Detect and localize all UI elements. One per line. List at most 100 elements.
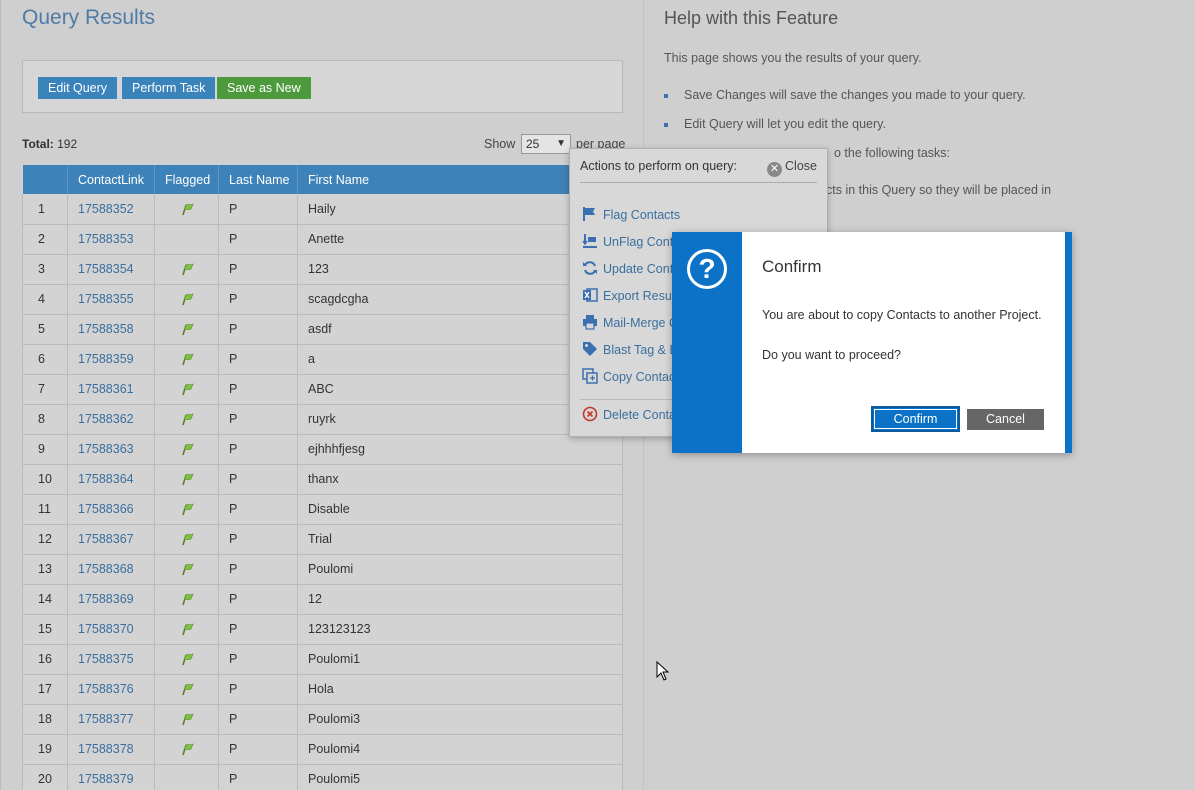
last-name-cell: P [218,254,298,285]
table-row: 12 17588367 P Trial [22,524,623,555]
blast-tag-action[interactable]: Blast Tag & E [582,341,678,357]
flagged-cell [154,374,219,405]
row-index: 7 [22,374,68,405]
dialog-title: Confirm [762,257,822,276]
row-index: 1 [22,194,68,225]
delete-contacts-action[interactable]: Delete Conta [582,406,676,422]
table-row: 18 17588377 P Poulomi3 [22,704,623,735]
contact-link[interactable]: 17588362 [67,404,155,435]
table-row: 10 17588364 Pthanx [22,464,623,495]
contact-link[interactable]: 17588355 [67,284,155,315]
flagged-cell [154,734,219,765]
contact-link[interactable]: 17588375 [67,644,155,675]
contact-link[interactable]: 17588352 [67,194,155,225]
flagged-cell [154,674,219,705]
last-name-cell: P [218,734,298,765]
total-label: Total: [22,137,54,151]
last-name-cell: P [218,674,298,705]
first-name-cell: Poulomi [297,554,623,585]
mail-merge-action[interactable]: Mail-Merge C [582,314,678,330]
close-button[interactable]: ✕ Close [767,159,817,177]
flagged-cell [154,344,219,375]
table-row: 3 17588354 P 123 [22,254,623,285]
contact-link[interactable]: 17588379 [67,764,155,790]
row-index: 4 [22,284,68,315]
table-row: 7 17588361 P ABC [22,374,623,405]
flagged-cell [154,404,219,435]
contact-link[interactable]: 17588363 [67,434,155,465]
col-flagged-header[interactable]: Flagged [154,165,219,194]
contact-link[interactable]: 17588359 [67,344,155,375]
dialog-message: You are about to copy Contacts to anothe… [762,308,1042,322]
total-count: Total: 192 [22,137,77,151]
row-index: 3 [22,254,68,285]
export-results-action[interactable]: Export Resul [582,287,675,303]
delete-icon [582,406,598,422]
unflag-contacts-action[interactable]: UnFlag Cont [582,233,673,249]
contact-link[interactable]: 17588376 [67,674,155,705]
edit-query-button[interactable]: Edit Query [38,77,118,99]
flagged-cell [154,524,219,555]
question-icon: ? [687,249,727,289]
last-name-cell: P [218,704,298,735]
confirm-button[interactable]: Confirm [871,406,960,432]
contact-link[interactable]: 17588366 [67,494,155,525]
first-name-cell: 12 [297,584,623,615]
page-title: Query Results [22,6,156,29]
flagged-icon [181,473,194,486]
contact-link[interactable]: 17588370 [67,614,155,645]
contact-link[interactable]: 17588364 [67,464,155,495]
copy-contacts-action[interactable]: Copy Contac [582,368,675,384]
row-index: 5 [22,314,68,345]
dialog-question: Do you want to proceed? [762,348,901,362]
flagged-cell [154,254,219,285]
row-index: 6 [22,344,68,375]
col-contactlink-header[interactable]: ContactLink [67,165,155,194]
contact-link[interactable]: 17588361 [67,374,155,405]
first-name-cell: thanx [297,464,623,495]
query-toolbar: Edit Query Perform Task Save as New [22,60,623,113]
contact-link[interactable]: 17588369 [67,584,155,615]
flagged-icon [181,263,194,276]
contact-link[interactable]: 17588354 [67,254,155,285]
table-row: 1 17588352 P Haily [22,194,623,225]
contact-link[interactable]: 17588368 [67,554,155,585]
table-row: 19 17588378 P Poulomi4 [22,734,623,765]
table-row: 8 17588362 Pruyrk [22,404,623,435]
chevron-down-icon: ▼ [556,138,566,149]
flagged-icon [181,383,194,396]
flagged-icon [181,443,194,456]
save-as-new-button[interactable]: Save as New [217,77,311,99]
last-name-cell: P [218,494,298,525]
col-lastname-header[interactable]: Last Name [218,165,298,194]
contact-link[interactable]: 17588367 [67,524,155,555]
table-row: 4 17588355 Pscagdcgha [22,284,623,315]
flag-icon [583,207,595,221]
contact-link[interactable]: 17588353 [67,224,155,255]
mouse-cursor-icon [656,661,670,681]
flagged-cell [154,224,219,255]
flag-contacts-action[interactable]: Flag Contacts [582,206,680,222]
first-name-cell: Poulomi3 [297,704,623,735]
flagged-cell [154,584,219,615]
per-page-select[interactable]: 25 ▼ [521,134,571,154]
cancel-button[interactable]: Cancel [967,409,1044,430]
flagged-icon [181,533,194,546]
contact-link[interactable]: 17588378 [67,734,155,765]
perform-task-button[interactable]: Perform Task [122,77,216,99]
actions-divider [580,182,817,183]
help-item: Save Changes will save the changes you m… [684,88,1026,102]
first-name-cell: Poulomi5 [297,764,623,790]
update-contacts-action[interactable]: Update Cont [582,260,673,276]
first-name-cell: Disable [297,494,623,525]
results-table: ContactLink Flagged Last Name First Name… [22,165,623,790]
contact-link[interactable]: 17588377 [67,704,155,735]
flagged-cell [154,614,219,645]
flagged-icon [181,293,194,306]
last-name-cell: P [218,344,298,375]
contact-link[interactable]: 17588358 [67,314,155,345]
last-name-cell: P [218,434,298,465]
confirm-dialog: ? Confirm You are about to copy Contacts… [672,232,1072,453]
flagged-icon [181,683,194,696]
flagged-cell [154,494,219,525]
